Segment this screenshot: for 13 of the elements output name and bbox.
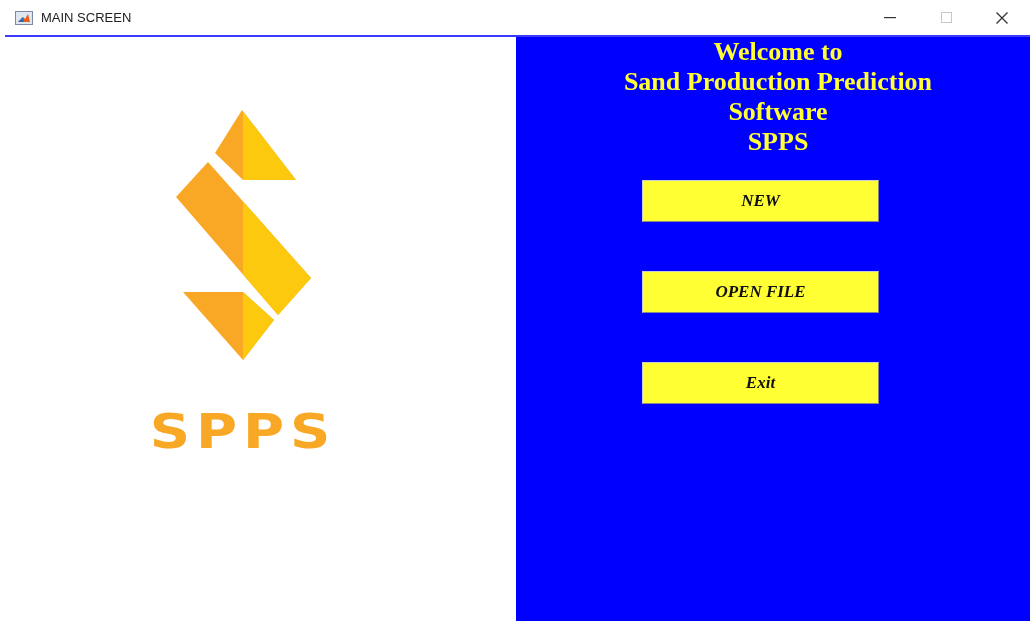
minimize-icon bbox=[884, 16, 896, 19]
welcome-heading: Welcome to bbox=[713, 37, 843, 67]
menu-button[interactable]: NEW bbox=[642, 180, 879, 222]
menu-button[interactable]: OPEN FILE bbox=[642, 271, 879, 313]
welcome-heading: Software bbox=[728, 97, 828, 127]
window-title: MAIN SCREEN bbox=[41, 10, 132, 25]
maximize-icon bbox=[940, 12, 952, 23]
logo-text: SPPS bbox=[149, 408, 337, 456]
welcome-heading: Sand Production Prediction bbox=[623, 67, 933, 97]
close-icon bbox=[996, 11, 1008, 24]
welcome-heading: SPPS bbox=[747, 127, 809, 157]
menu-button[interactable]: Exit bbox=[642, 362, 879, 404]
app-icon bbox=[15, 10, 33, 25]
